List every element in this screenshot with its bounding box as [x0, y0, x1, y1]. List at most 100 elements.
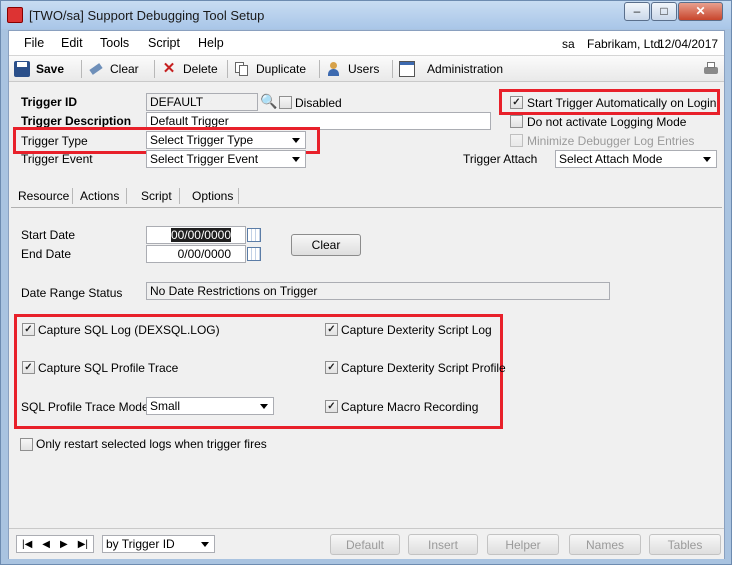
- trigger-type-select[interactable]: Select Trigger Type: [146, 131, 306, 149]
- toolbar-separator: [392, 60, 393, 78]
- tab-options[interactable]: Options: [192, 189, 233, 203]
- administration-button[interactable]: Administration: [399, 60, 503, 78]
- menu-file[interactable]: File: [24, 36, 44, 50]
- users-button[interactable]: Users: [326, 60, 379, 78]
- menu-help[interactable]: Help: [198, 36, 224, 50]
- minimize-button[interactable]: –: [624, 2, 650, 21]
- capture-dex-profile-checkbox[interactable]: ✓: [325, 361, 338, 374]
- trigger-id-label: Trigger ID: [21, 95, 78, 109]
- calendar-icon[interactable]: [247, 228, 261, 242]
- start-date-field[interactable]: 00/00/0000: [146, 226, 246, 244]
- only-restart-checkbox[interactable]: [20, 438, 33, 451]
- insert-button[interactable]: Insert: [408, 534, 478, 555]
- clear-dates-button[interactable]: Clear: [291, 234, 361, 256]
- client-area: File Edit Tools Script Help sa Fabrikam,…: [8, 30, 725, 559]
- capture-macro-checkbox[interactable]: ✓: [325, 400, 338, 413]
- user-date: 12/04/2017: [658, 37, 719, 51]
- minimize-log-label: Minimize Debugger Log Entries: [527, 134, 695, 148]
- save-label: Save: [36, 62, 65, 76]
- trigger-event-label: Trigger Event: [21, 152, 93, 166]
- tables-button[interactable]: Tables: [649, 534, 721, 555]
- tab-strip: Resource Actions Script Options: [9, 186, 724, 208]
- start-date-value: 00/00/0000: [170, 228, 231, 242]
- capture-sql-log-label: Capture SQL Log (DEXSQL.LOG): [38, 323, 220, 337]
- menu-tools[interactable]: Tools: [100, 36, 129, 50]
- menu-script[interactable]: Script: [148, 36, 180, 50]
- tab-separator: [126, 188, 127, 204]
- sql-profile-mode-select[interactable]: Small: [146, 397, 274, 415]
- print-button[interactable]: [703, 60, 725, 78]
- capture-dex-log-checkbox[interactable]: ✓: [325, 323, 338, 336]
- tab-separator: [179, 188, 180, 204]
- trigger-attach-label: Trigger Attach: [463, 152, 538, 166]
- floppy-icon: [14, 61, 30, 77]
- duplicate-label: Duplicate: [256, 62, 307, 76]
- save-button[interactable]: Save: [14, 60, 64, 78]
- close-button[interactable]: ✕: [678, 2, 723, 21]
- start-date-label: Start Date: [21, 228, 76, 242]
- clear-label: Clear: [110, 62, 139, 76]
- helper-button[interactable]: Helper: [487, 534, 559, 555]
- trigger-id-field[interactable]: DEFAULT: [146, 93, 258, 111]
- capture-sql-profile-checkbox[interactable]: ✓: [22, 361, 35, 374]
- disabled-label: Disabled: [295, 96, 342, 110]
- duplicate-icon: [234, 61, 250, 77]
- capture-sql-profile-label: Capture SQL Profile Trace: [38, 361, 179, 375]
- previous-record-icon[interactable]: ◀: [42, 539, 50, 550]
- next-record-icon[interactable]: ▶: [60, 539, 68, 550]
- lookup-icon[interactable]: 🔍: [260, 93, 277, 110]
- minimize-log-checkbox[interactable]: [510, 134, 523, 147]
- app-icon: [7, 7, 23, 23]
- names-button[interactable]: Names: [569, 534, 641, 555]
- printer-icon: [703, 61, 719, 77]
- toolbar: Save Clear ✕ Delete Duplicate Users Admi…: [9, 56, 724, 82]
- eraser-icon: [88, 61, 104, 77]
- last-record-icon[interactable]: ▶|: [78, 539, 88, 550]
- status-bar: |◀ ◀ ▶ ▶| by Trigger ID Default Insert H…: [9, 528, 724, 559]
- tab-resource[interactable]: Resource: [18, 189, 69, 203]
- record-navigation: |◀ ◀ ▶ ▶|: [16, 535, 94, 553]
- window-title: [TWO/sa] Support Debugging Tool Setup: [29, 8, 265, 23]
- delete-x-icon: ✕: [162, 60, 176, 77]
- window-admin-icon: [399, 61, 415, 77]
- disabled-checkbox[interactable]: [279, 96, 292, 109]
- end-date-field[interactable]: 0/00/0000: [146, 245, 246, 263]
- administration-label: Administration: [427, 62, 504, 76]
- duplicate-button[interactable]: Duplicate: [234, 60, 306, 78]
- trigger-event-select[interactable]: Select Trigger Event: [146, 150, 306, 168]
- start-auto-label: Start Trigger Automatically on Login: [527, 96, 717, 110]
- users-icon: [326, 61, 342, 77]
- tab-script[interactable]: Script: [141, 189, 172, 203]
- capture-sql-log-checkbox[interactable]: ✓: [22, 323, 35, 336]
- calendar-icon[interactable]: [247, 247, 261, 261]
- users-label: Users: [348, 62, 380, 76]
- trigger-attach-select[interactable]: Select Attach Mode: [555, 150, 717, 168]
- date-range-status-field: No Date Restrictions on Trigger: [146, 282, 610, 300]
- maximize-button[interactable]: □: [651, 2, 677, 21]
- capture-dex-log-label: Capture Dexterity Script Log: [341, 323, 492, 337]
- application-window: [TWO/sa] Support Debugging Tool Setup – …: [0, 0, 732, 565]
- first-record-icon[interactable]: |◀: [22, 539, 32, 550]
- capture-macro-label: Capture Macro Recording: [341, 400, 479, 414]
- delete-button[interactable]: ✕ Delete: [161, 60, 218, 78]
- sql-profile-mode-label: SQL Profile Trace Mode: [21, 400, 149, 414]
- clear-button[interactable]: Clear: [88, 60, 139, 78]
- toolbar-separator: [154, 60, 155, 78]
- tab-actions[interactable]: Actions: [80, 189, 119, 203]
- menu-bar: File Edit Tools Script Help sa Fabrikam,…: [9, 31, 724, 56]
- date-range-status-label: Date Range Status: [21, 286, 123, 300]
- toolbar-separator: [227, 60, 228, 78]
- end-date-label: End Date: [21, 247, 72, 261]
- default-button[interactable]: Default: [330, 534, 400, 555]
- sort-order-select[interactable]: by Trigger ID: [102, 535, 215, 553]
- menu-edit[interactable]: Edit: [61, 36, 83, 50]
- only-restart-label: Only restart selected logs when trigger …: [36, 437, 267, 451]
- no-logging-checkbox[interactable]: [510, 115, 523, 128]
- toolbar-separator: [319, 60, 320, 78]
- title-bar[interactable]: [TWO/sa] Support Debugging Tool Setup – …: [1, 1, 731, 29]
- start-auto-checkbox[interactable]: ✓: [510, 96, 523, 109]
- tab-separator: [238, 188, 239, 204]
- trigger-type-label: Trigger Type: [21, 134, 88, 148]
- user-name: sa: [562, 37, 575, 51]
- capture-dex-profile-label: Capture Dexterity Script Profile: [341, 361, 506, 375]
